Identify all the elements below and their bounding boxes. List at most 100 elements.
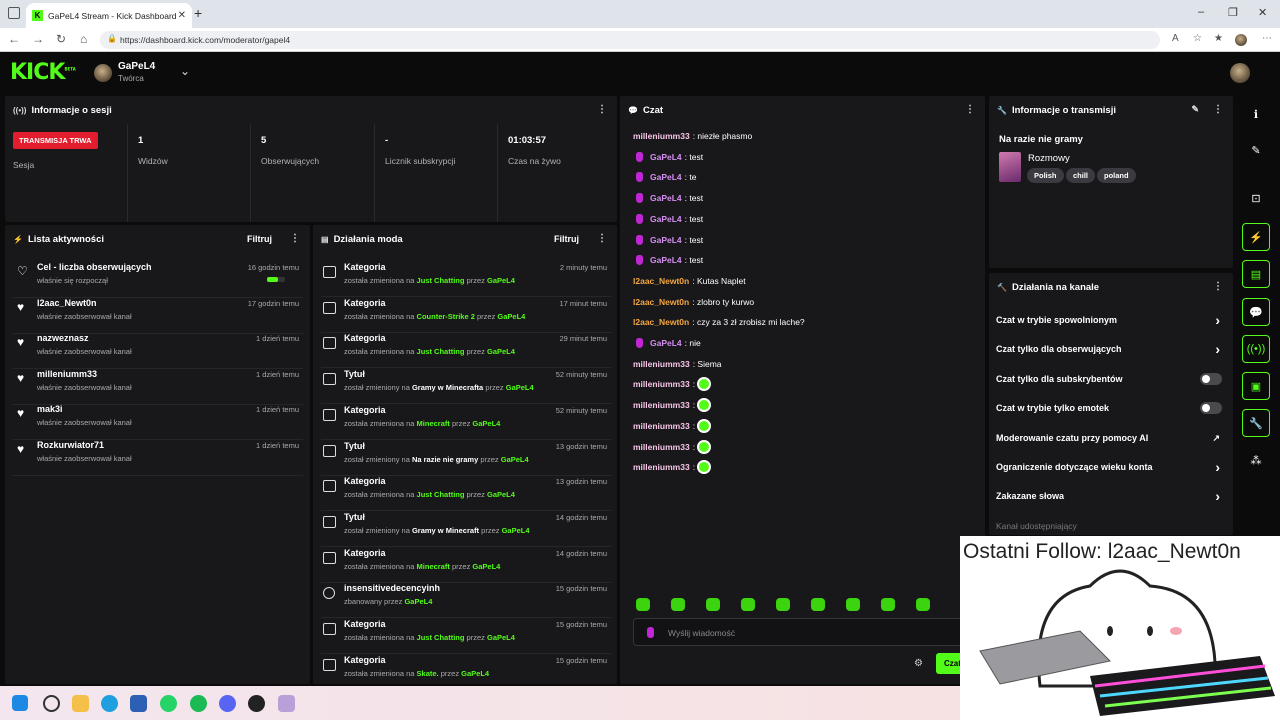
home-icon[interactable]: ⌂ <box>80 32 87 46</box>
channel-action-item[interactable]: Zakazane słowa › <box>996 488 1226 511</box>
mod-action-item[interactable]: Kategoria została zmieniona na Minecraft … <box>321 548 611 583</box>
chat-username[interactable]: GaPeL4 <box>650 338 682 348</box>
chat-message[interactable]: l2aac_Newt0n: czy za 3 zł zrobisz mi lac… <box>633 315 805 329</box>
back-icon[interactable]: ← <box>8 32 20 46</box>
screenshot-icon[interactable]: ⊡ <box>1242 184 1270 212</box>
emote-button[interactable] <box>846 598 860 611</box>
mod-action-item[interactable]: Tytuł został zmieniony na Gramy w Minecra… <box>321 369 611 405</box>
kebab-menu-icon[interactable]: ⋮ <box>965 104 975 115</box>
mod-action-item[interactable]: Tytuł został zmieniony na Na razie nie gr… <box>321 441 611 476</box>
channel-action-item[interactable]: Czat tylko dla obserwujących › <box>996 341 1226 364</box>
edge-icon[interactable] <box>101 695 118 712</box>
channel-action-item[interactable]: Moderowanie czatu przy pomocy AI ↗ <box>996 433 1226 453</box>
chat-message[interactable]: milleniumm33: niezłe phasmo <box>633 129 752 143</box>
spotify-icon[interactable] <box>190 695 207 712</box>
chat-message[interactable]: milleniumm33: Siema <box>633 357 722 371</box>
windows-start-icon[interactable] <box>12 695 28 711</box>
chat-username[interactable]: l2aac_Newt0n <box>633 317 689 327</box>
chat-message[interactable]: GaPeL4: te <box>633 170 696 184</box>
mod-action-item[interactable]: Kategoria została zmieniona na Minecraft … <box>321 405 611 440</box>
kebab-menu-icon[interactable]: ⋮ <box>597 233 607 244</box>
kebab-menu-icon[interactable]: ⋮ <box>290 233 300 244</box>
chat-message[interactable]: milleniumm33: <box>633 377 712 392</box>
mod-action-target[interactable]: Just Chatting <box>417 276 465 285</box>
chat-username[interactable]: milleniumm33 <box>633 421 690 431</box>
activity-filter-button[interactable]: Filtruj <box>247 234 272 244</box>
mod-action-target[interactable]: Gramy w Minecraft <box>412 526 479 535</box>
kebab-menu-icon[interactable]: ⋮ <box>1213 281 1223 292</box>
mod-action-item[interactable]: Kategoria została zmieniona na Counter-St… <box>321 298 611 333</box>
browser-tab[interactable]: K GaPeL4 Stream - Kick Dashboard ✕ <box>26 3 192 28</box>
mod-filter-button[interactable]: Filtruj <box>554 234 579 244</box>
chat-message[interactable]: milleniumm33: <box>633 398 712 413</box>
emote-button[interactable] <box>636 598 650 611</box>
user-avatar[interactable] <box>1230 63 1250 83</box>
chat-settings-gear-icon[interactable]: ⚙ <box>914 658 923 669</box>
channel-action-item[interactable]: Czat w trybie tylko emotek <box>996 402 1226 423</box>
favorite-icon[interactable]: ☆ <box>1193 33 1202 44</box>
apps-icon[interactable]: ⁂ <box>1242 446 1270 474</box>
mod-action-target[interactable]: Just Chatting <box>417 347 465 356</box>
mod-log-icon[interactable]: ▤ <box>1242 260 1270 288</box>
chat-message[interactable]: l2aac_Newt0n: zlobro ty kurwo <box>633 295 754 309</box>
chat-message[interactable]: l2aac_Newt0n: Kutas Naplet <box>633 274 746 288</box>
mod-action-target[interactable]: Just Chatting <box>417 490 465 499</box>
mod-action-item[interactable]: Kategoria została zmieniona na Just Chatt… <box>321 619 611 654</box>
edit-pencil-icon[interactable]: ✎ <box>1191 104 1199 115</box>
reload-icon[interactable]: ↻ <box>56 32 66 46</box>
chat-message[interactable]: GaPeL4: test <box>633 212 703 226</box>
mod-action-item[interactable]: insensitivedecencyinh zbanowany przez GaP… <box>321 583 611 619</box>
chat-username[interactable]: milleniumm33 <box>633 400 690 410</box>
session-broadcast-icon[interactable]: ((•)) <box>1242 335 1270 363</box>
mod-action-user[interactable]: GaPeL4 <box>487 633 515 642</box>
emote-button[interactable] <box>811 598 825 611</box>
mod-action-item[interactable]: Kategoria została zmieniona na Just Chatt… <box>321 476 611 512</box>
mod-action-item[interactable]: Kategoria została zmieniona na Just Chatt… <box>321 262 611 297</box>
stream-layout-icon[interactable]: ▣ <box>1242 372 1270 400</box>
chat-username[interactable]: GaPeL4 <box>650 172 682 182</box>
maximize-button[interactable]: ❐ <box>1228 6 1238 19</box>
mod-action-user[interactable]: GaPeL4 <box>461 669 489 678</box>
minimize-button[interactable]: – <box>1198 6 1204 18</box>
whatsapp-icon[interactable] <box>160 695 177 712</box>
chat-message[interactable]: GaPeL4: test <box>633 253 703 267</box>
activity-item[interactable]: ♡ Cel - liczba obserwujących właśnie się r… <box>13 262 303 298</box>
url-field[interactable]: 🔒 https://dashboard.kick.com/moderator/g… <box>100 31 1160 49</box>
chat-username[interactable]: GaPeL4 <box>650 214 682 224</box>
new-tab-button[interactable]: + <box>194 5 202 21</box>
chat-username[interactable]: milleniumm33 <box>633 379 690 389</box>
chat-username[interactable]: l2aac_Newt0n <box>633 297 689 307</box>
more-icon[interactable]: ⋯ <box>1262 33 1272 44</box>
obs-icon[interactable] <box>248 695 265 712</box>
store-icon[interactable] <box>130 695 147 712</box>
mod-action-item[interactable]: Kategoria została zmieniona na Just Chatt… <box>321 333 611 369</box>
mod-action-user[interactable]: GaPeL4 <box>472 562 500 571</box>
chat-message[interactable]: GaPeL4: test <box>633 233 703 247</box>
channel-action-item[interactable]: Czat tylko dla subskrybentów <box>996 372 1226 394</box>
mod-action-user[interactable]: GaPeL4 <box>487 347 515 356</box>
mod-action-user[interactable]: GaPeL4 <box>506 383 534 392</box>
tab-actions-icon[interactable] <box>8 7 20 19</box>
mod-action-target[interactable]: Na razie nie gramy <box>412 455 478 464</box>
emote-button[interactable] <box>881 598 895 611</box>
chat-username[interactable]: l2aac_Newt0n <box>633 276 689 286</box>
mod-action-item[interactable]: Tytuł został zmieniony na Gramy w Minecra… <box>321 512 611 547</box>
info-icon[interactable]: ℹ <box>1242 100 1270 128</box>
mod-action-target[interactable]: Minecraft <box>417 419 450 428</box>
mod-action-target[interactable]: Minecraft <box>417 562 450 571</box>
kebab-menu-icon[interactable]: ⋮ <box>1213 104 1223 115</box>
tab-close-icon[interactable]: ✕ <box>178 10 186 21</box>
channel-action-item[interactable]: Czat w trybie spowolnionym › <box>996 312 1226 335</box>
chat-message[interactable]: milleniumm33: <box>633 418 712 433</box>
activity-item[interactable]: ♥ nazweznasz właśnie zaobserwował kanał 1 d… <box>13 333 303 370</box>
favorites-bar-icon[interactable]: ★ <box>1214 33 1223 44</box>
chat-username[interactable]: milleniumm33 <box>633 131 690 141</box>
kick-logo[interactable]: KICKBETA <box>10 60 76 85</box>
mod-action-target[interactable]: Skate. <box>417 669 439 678</box>
chat-input[interactable]: Wyślij wiadomość <box>633 618 963 646</box>
chat-username[interactable]: GaPeL4 <box>650 152 682 162</box>
read-aloud-icon[interactable]: A <box>1172 33 1179 44</box>
toggle-switch[interactable] <box>1200 372 1222 385</box>
toggle-switch[interactable] <box>1200 402 1222 415</box>
chat-username[interactable]: GaPeL4 <box>650 235 682 245</box>
